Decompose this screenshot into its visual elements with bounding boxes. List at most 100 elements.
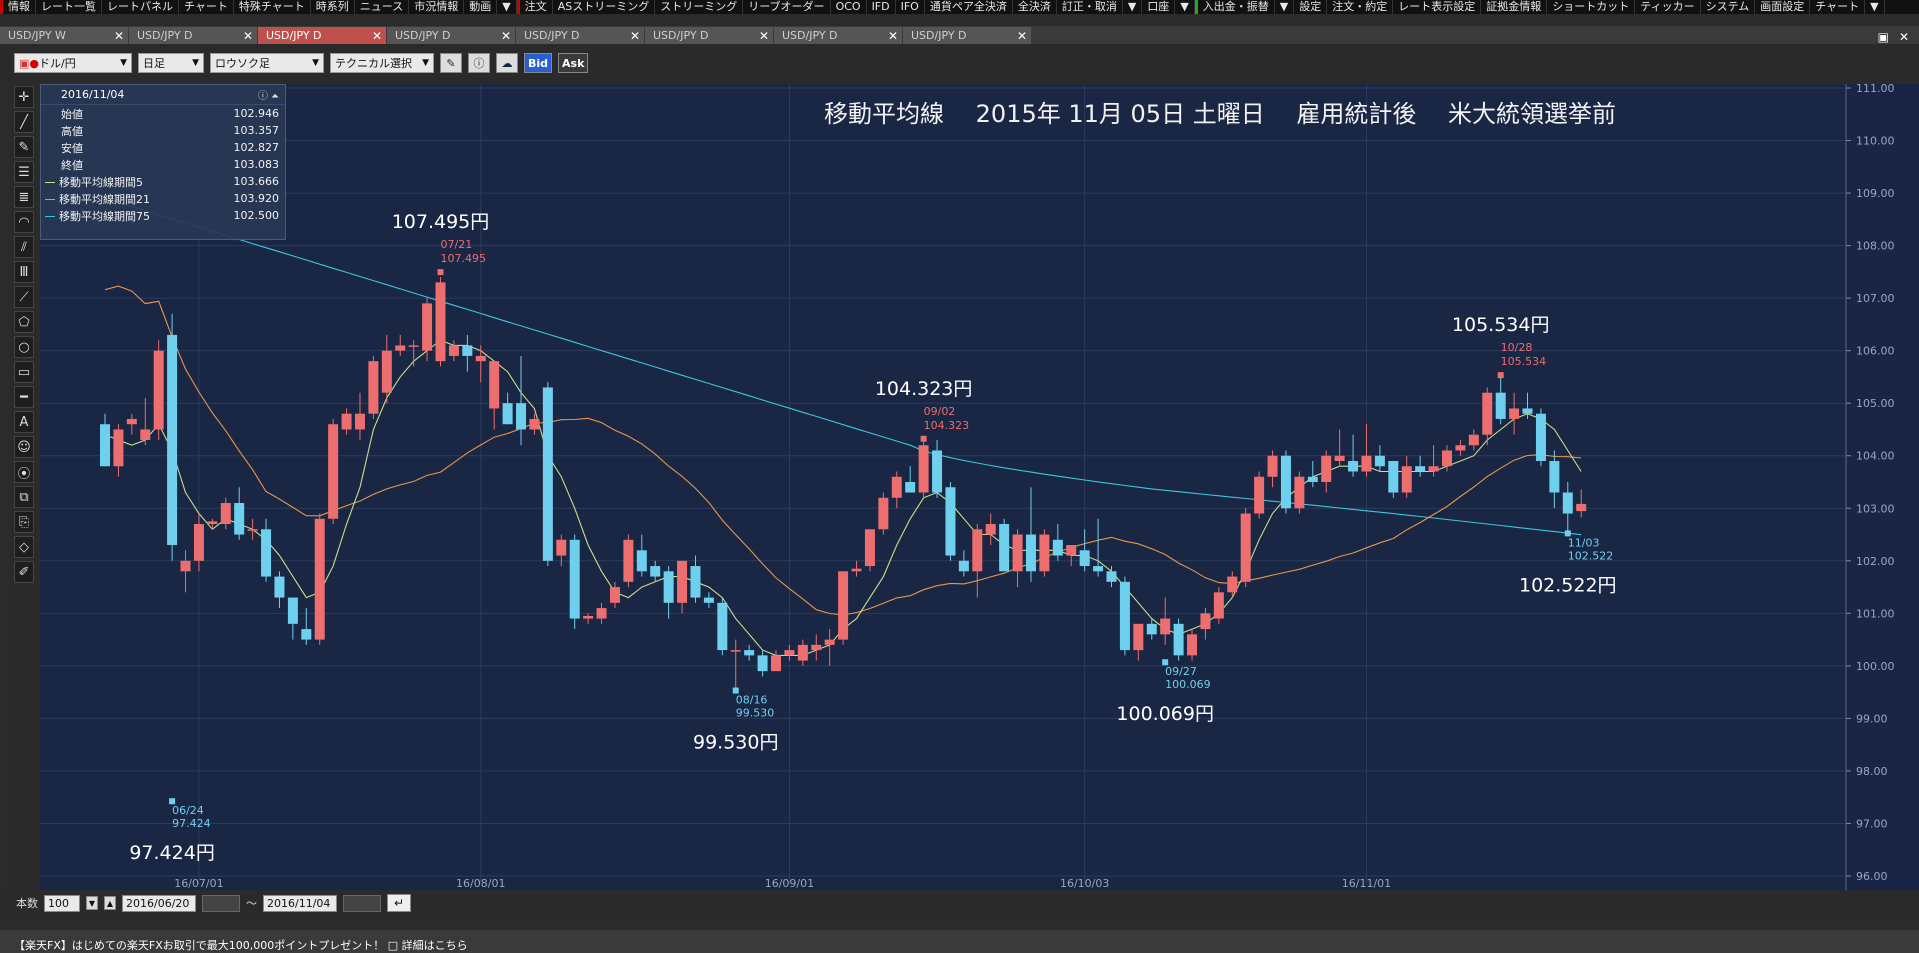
status-ticker[interactable]: 【楽天FX】はじめての楽天FXお取引で最大100,000ポイントプレゼント！ □… xyxy=(0,930,1919,953)
count-up-icon[interactable]: ▲ xyxy=(104,896,116,910)
menu-item-34[interactable]: ▼ xyxy=(1865,0,1885,14)
from-date-input[interactable]: 2016/06/20 xyxy=(122,894,196,912)
extreme-value: 99.530 xyxy=(736,707,775,720)
drawing-tool-11-icon[interactable]: ▭ xyxy=(14,361,34,383)
menu-item-20[interactable]: ▼ xyxy=(1123,0,1143,14)
tab-2[interactable]: USD/JPY D ✕ xyxy=(258,27,386,44)
drawing-tool-16-icon[interactable]: ⧉ xyxy=(14,486,34,508)
menu-item-7[interactable]: 市況情報 xyxy=(409,0,465,14)
drawing-tool-19-icon[interactable]: ✐ xyxy=(14,561,34,583)
drawing-tool-17-icon[interactable]: ⎘ xyxy=(14,511,34,533)
menu-item-28[interactable]: 証拠金情報 xyxy=(1481,0,1548,14)
drawing-tool-14-icon[interactable]: ☺ xyxy=(14,436,34,458)
tab-5[interactable]: USD/JPY D ✕ xyxy=(645,27,773,44)
extreme-date: 06/24 xyxy=(172,804,204,817)
tab-0[interactable]: USD/JPY W ✕ xyxy=(0,27,128,44)
menu-item-14[interactable]: OCO xyxy=(831,0,867,14)
drawing-tool-4-icon[interactable]: ≣ xyxy=(14,186,34,208)
tab-7[interactable]: USD/JPY D ✕ xyxy=(903,27,1031,44)
chart-area[interactable]: 96.00 97.00 98.00 99.00 100.00 101.00 102.00 10… xyxy=(40,84,1919,890)
menu-item-15[interactable]: IFD xyxy=(867,0,896,14)
drawing-tool-15-icon[interactable]: ⦿ xyxy=(14,461,34,483)
menu-bar: 情報 レート一覧 レートパネル チャート 特殊チャート 時系列 ニュース 市況情報 動画 ▼ 注文 A… xyxy=(0,0,1919,14)
count-input[interactable]: 100 xyxy=(44,894,80,912)
menu-item-19[interactable]: 訂正・取消 xyxy=(1057,0,1123,14)
mountain-chart-button[interactable]: ☁ xyxy=(496,53,518,73)
menu-item-11[interactable]: ASストリーミング xyxy=(553,0,656,14)
drawing-tool-1-icon[interactable]: ╱ xyxy=(14,111,34,133)
restore-window-icon[interactable]: ▣ xyxy=(1878,30,1889,44)
ask-button[interactable]: Ask xyxy=(558,53,589,73)
apply-range-button[interactable]: ↵ xyxy=(387,894,411,912)
menu-item-27[interactable]: レート表示設定 xyxy=(1393,0,1482,14)
close-tab-icon[interactable]: ✕ xyxy=(114,29,124,43)
menu-item-17[interactable]: 通貨ペア全決済 xyxy=(925,0,1013,14)
pen-tool-button[interactable]: ✎ xyxy=(440,53,462,73)
menu-item-4[interactable]: 特殊チャート xyxy=(234,0,311,14)
menu-item-0[interactable]: 情報 xyxy=(0,0,36,14)
menu-item-1[interactable]: レート一覧 xyxy=(36,0,102,14)
info-collapse-icon[interactable]: ⓘ ⏶ xyxy=(258,87,279,102)
menu-item-26[interactable]: 注文・約定 xyxy=(1327,0,1394,14)
drawing-tool-2-icon[interactable]: ✎ xyxy=(14,136,34,158)
tab-3[interactable]: USD/JPY D ✕ xyxy=(387,27,515,44)
drawing-tool-12-icon[interactable]: ━ xyxy=(14,386,34,408)
technical-select[interactable]: テクニカル選択 ▼ xyxy=(330,53,434,73)
menu-item-25[interactable]: 設定 xyxy=(1294,0,1328,14)
menu-item-31[interactable]: システム xyxy=(1701,0,1756,14)
menu-item-13[interactable]: リーブオーダー xyxy=(743,0,831,14)
menu-item-10[interactable]: 注文 xyxy=(516,0,553,14)
menu-item-29[interactable]: ショートカット xyxy=(1547,0,1636,14)
tab-4[interactable]: USD/JPY D ✕ xyxy=(516,27,644,44)
close-tab-icon[interactable]: ✕ xyxy=(759,29,769,43)
drawing-tool-8-icon[interactable]: ⟋ xyxy=(14,286,34,308)
close-tab-icon[interactable]: ✕ xyxy=(630,29,640,43)
close-window-icon[interactable]: ✕ xyxy=(1899,30,1909,44)
info-button[interactable]: ⓘ xyxy=(468,53,490,73)
menu-item-33[interactable]: チャート xyxy=(1810,0,1866,14)
to-time-input[interactable] xyxy=(343,894,381,912)
drawing-tool-0-icon[interactable]: ✛ xyxy=(14,86,34,108)
close-tab-icon[interactable]: ✕ xyxy=(243,29,253,43)
menu-item-3[interactable]: チャート xyxy=(179,0,234,14)
menu-item-30[interactable]: ティッカー xyxy=(1635,0,1701,14)
drawing-tool-7-icon[interactable]: Ⅲ xyxy=(14,261,34,283)
menu-item-5[interactable]: 時系列 xyxy=(311,0,355,14)
tab-6[interactable]: USD/JPY D ✕ xyxy=(774,27,902,44)
menu-item-6[interactable]: ニュース xyxy=(355,0,410,14)
tab-1[interactable]: USD/JPY D ✕ xyxy=(129,27,257,44)
menu-item-21[interactable]: 口座 xyxy=(1142,0,1176,14)
menu-item-16[interactable]: IFO xyxy=(896,0,925,14)
close-tab-icon[interactable]: ✕ xyxy=(372,29,382,43)
drawing-tool-10-icon[interactable]: ○ xyxy=(14,336,34,358)
drawing-tool-5-icon[interactable]: ◠ xyxy=(14,211,34,233)
period-select[interactable]: 日足 ▼ xyxy=(138,53,204,73)
currency-pair-select[interactable]: ▣●ドル/円 ▼ xyxy=(14,53,132,73)
ma-line-icon xyxy=(45,216,55,217)
candlestick-chart[interactable]: 96.00 97.00 98.00 99.00 100.00 101.00 102.00 10… xyxy=(40,84,1919,890)
menu-item-24[interactable]: ▼ xyxy=(1275,0,1295,14)
drawing-tool-6-icon[interactable]: ⫽ xyxy=(14,236,34,258)
extreme-date: 07/21 xyxy=(441,238,473,251)
menu-item-23[interactable]: 入出金・振替 xyxy=(1194,0,1275,14)
from-time-input[interactable] xyxy=(202,894,240,912)
menu-item-12[interactable]: ストリーミング xyxy=(655,0,744,14)
menu-item-9[interactable]: ▼ xyxy=(497,0,517,14)
close-tab-icon[interactable]: ✕ xyxy=(888,29,898,43)
menu-item-18[interactable]: 全決済 xyxy=(1013,0,1057,14)
drawing-tool-9-icon[interactable]: ⬠ xyxy=(14,311,34,333)
menu-item-2[interactable]: レートパネル xyxy=(102,0,179,14)
drawing-tool-3-icon[interactable]: ☰ xyxy=(14,161,34,183)
chart-type-select[interactable]: ロウソク足 ▼ xyxy=(210,53,324,73)
candle-body xyxy=(247,529,258,531)
close-tab-icon[interactable]: ✕ xyxy=(501,29,511,43)
drawing-tool-13-icon[interactable]: A xyxy=(14,411,34,433)
drawing-tool-18-icon[interactable]: ◇ xyxy=(14,536,34,558)
close-tab-icon[interactable]: ✕ xyxy=(1017,29,1027,43)
bid-button[interactable]: Bid xyxy=(524,53,553,73)
menu-item-22[interactable]: ▼ xyxy=(1175,0,1195,14)
menu-item-8[interactable]: 動画 xyxy=(464,0,498,14)
menu-item-32[interactable]: 画面設定 xyxy=(1755,0,1811,14)
to-date-input[interactable]: 2016/11/04 xyxy=(263,894,337,912)
count-down-icon[interactable]: ▼ xyxy=(86,896,98,910)
